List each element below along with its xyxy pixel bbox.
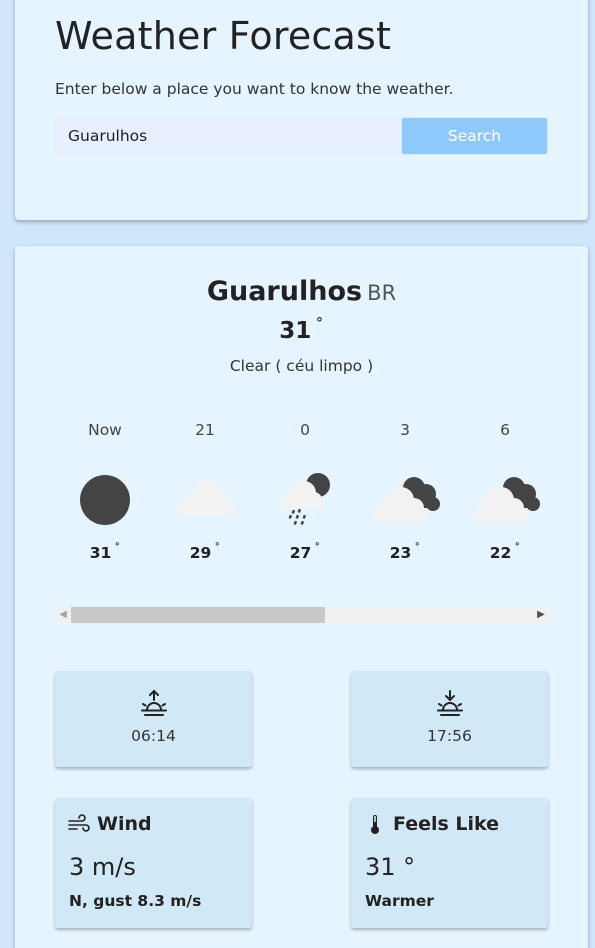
hour-label: 6: [500, 421, 510, 439]
weather-result-card: Guarulhos BR 31 ˚ Clear ( céu limpo ) Now…: [15, 246, 588, 948]
search-instructions: Enter below a place you want to know the…: [55, 80, 454, 98]
sunrise-tile: 06:14: [55, 671, 252, 767]
cloudy-night-icon: [474, 477, 540, 522]
cloudy-night-icon: [374, 477, 440, 522]
cloud-icon: [176, 480, 234, 516]
sunset-icon: [436, 690, 463, 716]
weather-description: Clear ( céu limpo ): [229, 357, 374, 375]
hour-temp-value: 23: [389, 544, 412, 562]
wind-icon: [68, 814, 90, 832]
location-heading: Guarulhos BR: [15, 276, 588, 307]
scroll-thumb[interactable]: [71, 607, 325, 623]
feels-like-value: 31 °: [365, 853, 416, 881]
thermometer-icon: [371, 815, 379, 834]
hour-temp: 29 ˚: [155, 542, 255, 562]
hour-label: 0: [300, 421, 310, 439]
sunset-time: 17:56: [427, 727, 472, 745]
current-temp-value: 31: [279, 318, 312, 344]
hourly-item: 6 22 ˚: [455, 421, 555, 562]
hourly-item: 0 27 ˚: [255, 421, 355, 562]
clear-night-icon: [80, 475, 130, 525]
hour-temp: 22 ˚: [455, 542, 555, 562]
degree-symbol: ˚: [414, 542, 421, 556]
degree-symbol: ˚: [314, 542, 321, 556]
wind-title: Wind: [97, 813, 152, 835]
hourly-scrollbar[interactable]: ◀ ▶: [55, 607, 549, 623]
hourly-item: Now 31 ˚: [55, 421, 155, 562]
sunrise-icon: [140, 689, 167, 716]
wind-speed: 3 m/s: [69, 853, 136, 881]
current-temperature: 31 ˚: [15, 317, 588, 344]
search-card: Weather Forecast Enter below a place you…: [15, 0, 588, 220]
hour-temp: 27 ˚: [255, 542, 355, 562]
degree-symbol: ˚: [315, 317, 324, 337]
sunrise-time: 06:14: [131, 727, 176, 745]
degree-symbol: ˚: [114, 542, 121, 556]
feels-like-title: Feels Like: [393, 813, 500, 835]
wind-tile: Wind 3 m/s N, gust 8.3 m/s: [55, 798, 252, 928]
wind-header: Wind: [67, 812, 152, 836]
scroll-right-arrow[interactable]: ▶: [533, 607, 549, 623]
hour-temp-value: 27: [289, 544, 312, 562]
hourly-item: 21 29 ˚: [155, 421, 255, 562]
hour-label: Now: [88, 421, 122, 439]
rain-night-icon: [280, 473, 330, 525]
feels-like-tile: Feels Like 31 ° Warmer: [351, 798, 548, 928]
hour-label: 3: [400, 421, 410, 439]
hour-temp: 31 ˚: [55, 542, 155, 562]
hour-temp-value: 29: [189, 544, 212, 562]
hour-temp-value: 22: [489, 544, 512, 562]
search-input[interactable]: [55, 117, 399, 155]
hour-temp: 23 ˚: [355, 542, 455, 562]
wind-detail: N, gust 8.3 m/s: [69, 892, 202, 910]
city-name: Guarulhos: [206, 276, 363, 307]
hourly-item: 3 23 ˚: [355, 421, 455, 562]
scroll-left-arrow[interactable]: ◀: [55, 607, 71, 623]
degree-symbol: ˚: [514, 542, 521, 556]
search-button[interactable]: Search: [401, 117, 548, 155]
country-code: BR: [367, 281, 397, 305]
feels-like-detail: Warmer: [365, 892, 434, 910]
page-title: Weather Forecast: [55, 14, 392, 58]
degree-symbol: ˚: [214, 542, 221, 556]
sunset-tile: 17:56: [351, 671, 548, 767]
hour-temp-value: 31: [89, 544, 112, 562]
feels-like-header: Feels Like: [363, 812, 499, 836]
hour-label: 21: [195, 421, 215, 439]
